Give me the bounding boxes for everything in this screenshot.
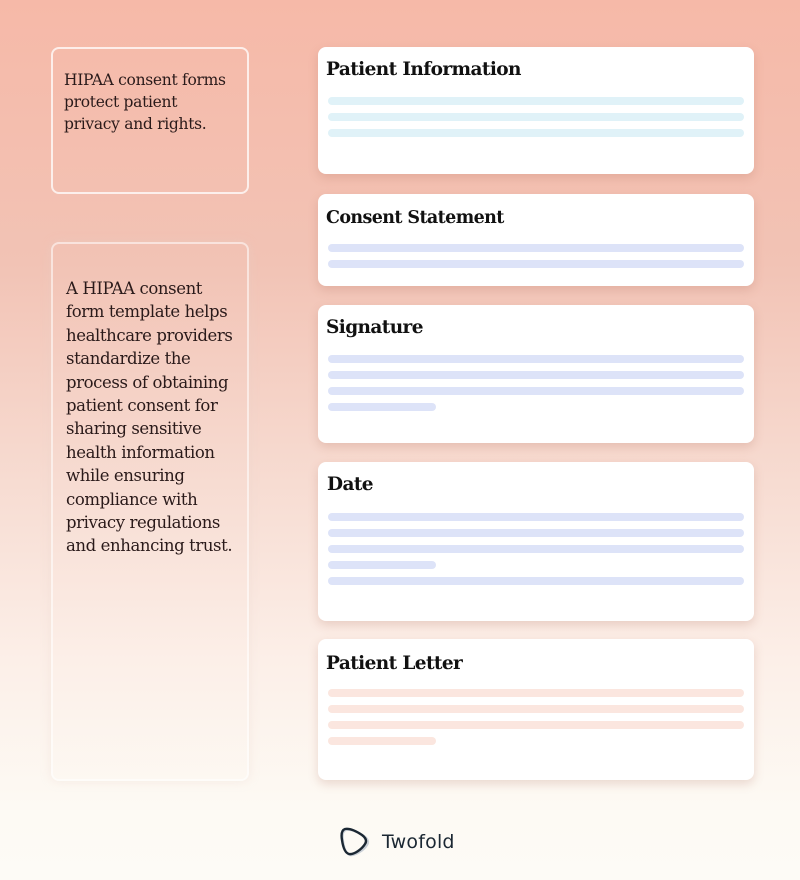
placeholder-line xyxy=(328,371,744,379)
brand-logo: Twofold xyxy=(340,826,455,858)
placeholder-line xyxy=(328,97,744,105)
section-title: Patient Letter xyxy=(326,653,463,674)
placeholder-lines xyxy=(328,689,744,753)
section-card-signature: Signature xyxy=(318,305,754,443)
section-title: Patient Information xyxy=(326,59,521,80)
placeholder-line xyxy=(328,737,436,745)
placeholder-line xyxy=(328,244,744,252)
twofold-logo-icon xyxy=(340,827,370,857)
brand-name: Twofold xyxy=(382,831,455,853)
placeholder-line xyxy=(328,721,744,729)
section-title: Consent Statement xyxy=(326,208,504,228)
description-note-text: A HIPAA consent form template helps heal… xyxy=(66,279,233,556)
placeholder-line xyxy=(328,529,744,537)
placeholder-lines xyxy=(328,355,744,419)
placeholder-lines xyxy=(328,513,744,593)
placeholder-line xyxy=(328,513,744,521)
summary-note: HIPAA consent forms protect patient priv… xyxy=(51,47,249,194)
description-note: A HIPAA consent form template helps heal… xyxy=(51,242,249,781)
section-title: Signature xyxy=(326,317,423,338)
section-card-date: Date xyxy=(318,462,754,621)
placeholder-line xyxy=(328,545,744,553)
section-card-consent-statement: Consent Statement xyxy=(318,194,754,286)
summary-note-text: HIPAA consent forms protect patient priv… xyxy=(64,71,226,133)
placeholder-lines xyxy=(328,97,744,145)
placeholder-line xyxy=(328,705,744,713)
section-card-patient-information: Patient Information xyxy=(318,47,754,174)
section-card-patient-letter: Patient Letter xyxy=(318,639,754,780)
placeholder-line xyxy=(328,113,744,121)
placeholder-line xyxy=(328,260,744,268)
placeholder-line xyxy=(328,129,744,137)
placeholder-line xyxy=(328,403,436,411)
placeholder-line xyxy=(328,561,436,569)
placeholder-lines xyxy=(328,244,744,276)
placeholder-line xyxy=(328,689,744,697)
placeholder-line xyxy=(328,355,744,363)
placeholder-line xyxy=(328,387,744,395)
section-title: Date xyxy=(327,474,374,495)
placeholder-line xyxy=(328,577,744,585)
